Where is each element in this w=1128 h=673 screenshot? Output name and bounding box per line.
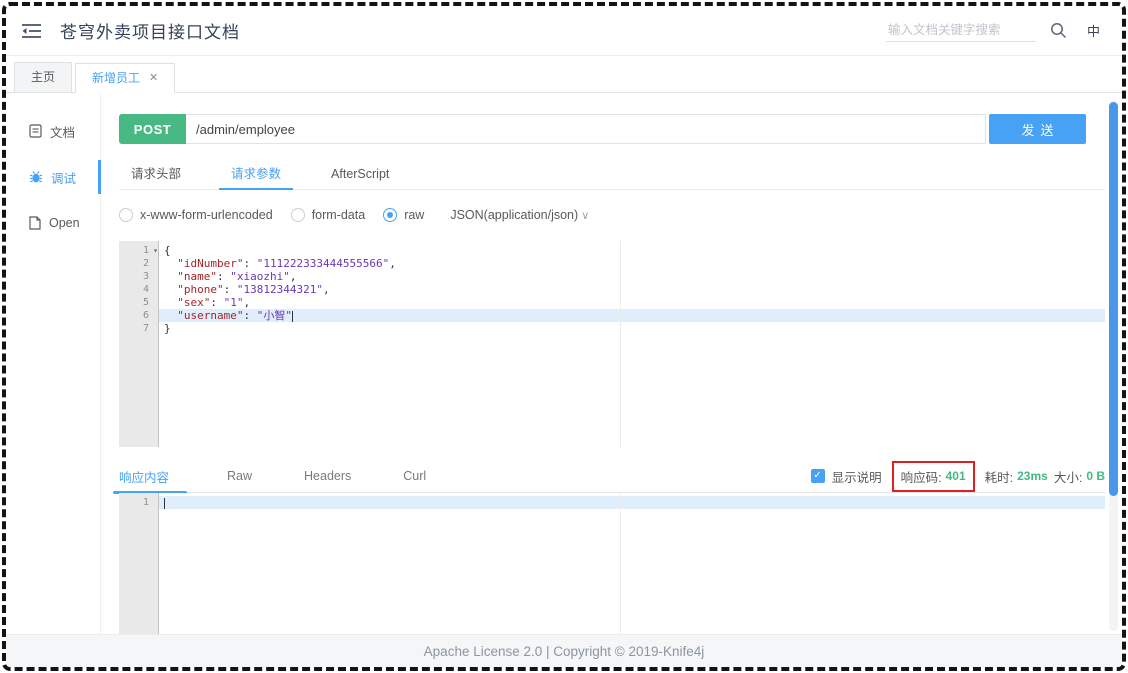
- code-line: }: [164, 322, 171, 335]
- code-line: "name": "xiaozhi",: [177, 270, 297, 283]
- editor-divider: [620, 241, 621, 447]
- screenshot-annotation-frame: 苍穹外卖项目接口文档 中 主页 新增员工 ✕: [2, 2, 1126, 671]
- debug-panel: POST 发送 请求头部 请求参数 AfterScript x-www-form…: [101, 94, 1122, 651]
- footer-text: Apache License 2.0 | Copyright © 2019-Kn…: [423, 643, 705, 659]
- tab-afterscript[interactable]: AfterScript: [319, 160, 401, 189]
- menu-fold-icon[interactable]: [22, 21, 42, 41]
- bug-icon: [29, 170, 43, 184]
- size-label: 大小:: [1053, 470, 1083, 485]
- http-method-badge: POST: [119, 114, 186, 144]
- body-mode-row: x-www-form-urlencoded form-data raw JSON…: [119, 198, 1105, 232]
- status-code-annotation-box: 响应码: 401: [891, 460, 975, 492]
- response-code: [159, 493, 1105, 651]
- request-url-input[interactable]: [186, 114, 986, 144]
- top-header: 苍穹外卖项目接口文档 中: [6, 6, 1122, 56]
- status-code-value: 401: [945, 469, 966, 483]
- code-line: {: [164, 244, 171, 257]
- document-icon: [29, 124, 42, 138]
- tab-request-params[interactable]: 请求参数: [219, 160, 294, 190]
- response-tabs-row: 响应内容 Raw Headers Curl ✓ 显示说明 响应码: 401 耗时…: [113, 460, 1105, 494]
- chevron-down-icon: ∨: [581, 210, 590, 222]
- page-title: 苍穹外卖项目接口文档: [60, 23, 240, 42]
- footer: Apache License 2.0 | Copyright © 2019-Kn…: [6, 634, 1122, 667]
- sidebar-item-open[interactable]: Open: [6, 200, 100, 246]
- radio-raw[interactable]: [383, 208, 398, 222]
- scrollbar-thumb[interactable]: [1109, 102, 1118, 496]
- send-button[interactable]: 发送: [989, 114, 1086, 144]
- tab-curl[interactable]: Curl: [403, 469, 426, 483]
- fold-arrow-icon: ▾: [153, 246, 158, 255]
- sidebar: 文档 调试 Open: [6, 94, 101, 634]
- code-line: "idNumber": "111222333444555566",: [177, 257, 396, 270]
- tab-headers[interactable]: Headers: [304, 469, 351, 483]
- radio-form-data[interactable]: [290, 208, 305, 222]
- sidebar-item-debug[interactable]: 调试: [6, 154, 101, 200]
- line-number-gutter: 1: [119, 493, 159, 651]
- close-tab-icon[interactable]: ✕: [149, 64, 158, 92]
- tab-add-employee[interactable]: 新增员工 ✕: [75, 63, 176, 93]
- code-line: "phone": "13812344321",: [177, 283, 330, 296]
- text-caret: [291, 310, 293, 322]
- request-body-editor[interactable]: 1 ▾ 2 3 4 5 6 7 { "idNumber": "1112223334…: [119, 241, 1105, 447]
- request-bar: POST 发送: [119, 114, 1086, 144]
- show-description-checkbox[interactable]: ✓: [810, 469, 825, 483]
- knife4j-app: 苍穹外卖项目接口文档 中 主页 新增员工 ✕: [6, 6, 1122, 667]
- editor-divider: [620, 493, 621, 651]
- show-description-label[interactable]: 显示说明: [832, 467, 882, 486]
- code-line-current: [159, 496, 1105, 509]
- language-toggle[interactable]: 中: [1087, 21, 1100, 40]
- radio-urlencoded[interactable]: [119, 208, 133, 222]
- text-caret: [164, 497, 165, 509]
- code-line-current: "username": "小智": [159, 309, 1105, 322]
- response-body-editor[interactable]: 1: [119, 493, 1105, 651]
- time-label: 耗时:: [984, 470, 1014, 485]
- time-value: 23ms: [1017, 469, 1048, 483]
- tab-response-content[interactable]: 响应内容: [119, 467, 169, 486]
- tab-request-headers[interactable]: 请求头部: [119, 160, 193, 189]
- response-meta: ✓ 显示说明 响应码: 401 耗时: 23ms 大小: 0 B: [810, 460, 1105, 492]
- file-icon: [29, 216, 41, 230]
- content-type-select[interactable]: JSON(application/json) ∨: [450, 208, 589, 222]
- tab-home[interactable]: 主页: [14, 62, 73, 92]
- document-tabbar: 主页 新增员工 ✕: [6, 56, 1122, 93]
- doc-search-input[interactable]: [885, 19, 1036, 42]
- request-tabs: 请求头部 请求参数 AfterScript: [119, 160, 1105, 190]
- status-code-label: 响应码:: [900, 470, 942, 485]
- code-line: "sex": "1",: [177, 296, 251, 309]
- search-icon[interactable]: [1050, 22, 1067, 39]
- tab-raw[interactable]: Raw: [227, 469, 252, 483]
- json-code: { "idNumber": "111222333444555566", "nam…: [159, 241, 1105, 447]
- size-value: 0 B: [1086, 469, 1105, 483]
- line-number-gutter: 1 ▾ 2 3 4 5 6 7: [119, 241, 159, 447]
- sidebar-item-docs[interactable]: 文档: [6, 108, 100, 154]
